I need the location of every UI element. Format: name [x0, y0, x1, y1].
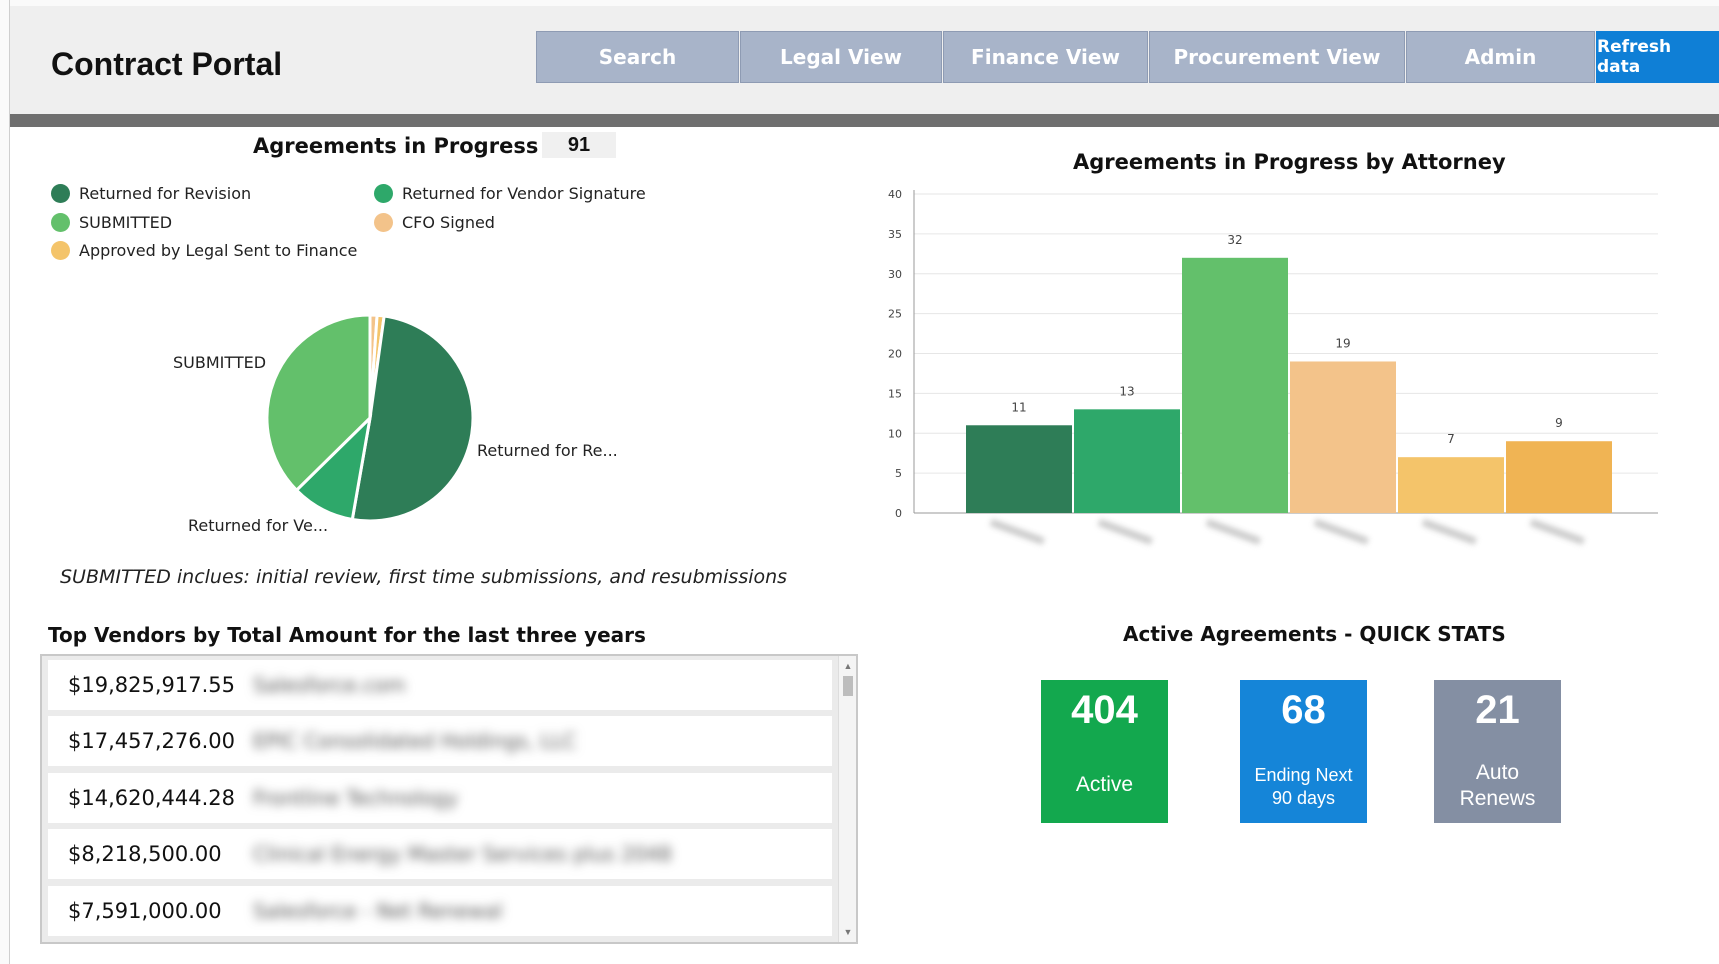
- attorney-chart-title: Agreements in Progress by Attorney: [1073, 150, 1506, 174]
- y-tick-label: 10: [888, 427, 902, 440]
- agreements-pie-chart: [265, 313, 475, 523]
- nav-legal-view-button[interactable]: Legal View: [740, 31, 942, 83]
- pie-label-submitted: SUBMITTED: [173, 353, 267, 372]
- bar[interactable]: [1182, 257, 1288, 513]
- attorney-bar-chart: 0 5 10 15 20 25 30 35 40 11 13 32 19 7 9: [888, 188, 1658, 545]
- x-tick-label-redacted: [1097, 518, 1153, 545]
- x-tick-label-redacted: [1529, 518, 1585, 545]
- vendor-name: Frontline Technology: [253, 786, 459, 810]
- y-tick-label: 25: [888, 308, 902, 321]
- app: Contract Portal Search Legal View Financ…: [0, 0, 1719, 964]
- stat-label-line2: Renews: [1459, 787, 1536, 810]
- submitted-note: SUBMITTED inclues: initial review, first…: [60, 566, 788, 588]
- vendor-row[interactable]: $14,620,444.28 Frontline Technology: [48, 773, 832, 823]
- legend-item-returned-vendor-signature[interactable]: Returned for Vendor Signature: [374, 184, 646, 203]
- legend-dot: [374, 213, 393, 232]
- legend-label: CFO Signed: [402, 213, 495, 232]
- vendor-row[interactable]: $17,457,276.00 EPIC Consolidated Holding…: [48, 716, 832, 766]
- x-tick-label-redacted: [1313, 518, 1369, 545]
- bar-data-label: 7: [1447, 432, 1455, 446]
- agreements-count-badge: 91: [542, 132, 616, 158]
- vendor-amount: $14,620,444.28: [68, 786, 235, 810]
- vendor-name: Clinical Energy Master Services plus 204…: [253, 842, 672, 866]
- app-title: Contract Portal: [51, 46, 283, 82]
- y-tick-label: 35: [888, 228, 902, 241]
- nav-procurement-view-button[interactable]: Procurement View: [1149, 31, 1405, 83]
- vendor-name: Salesforce.com: [253, 673, 406, 697]
- legend-label: SUBMITTED: [79, 213, 173, 232]
- top-vendors-list[interactable]: $19,825,917.55 Salesforce.com $17,457,27…: [40, 654, 858, 944]
- legend-item-returned-revision[interactable]: Returned for Revision: [51, 184, 251, 203]
- bar-data-label: 32: [1227, 233, 1242, 247]
- stat-label-line2: 90 days: [1271, 788, 1336, 808]
- auto-renews-card[interactable]: 21 Auto Renews: [1434, 680, 1561, 823]
- bar[interactable]: [1398, 457, 1504, 513]
- vendor-list-scrollbar[interactable]: ▲ ▼: [838, 656, 856, 942]
- bar-data-label: 11: [1011, 400, 1026, 414]
- y-tick-label: 15: [888, 387, 902, 400]
- pie-label-returned-revision: Returned for Re...: [477, 441, 618, 460]
- stat-label-line1: Ending Next: [1254, 765, 1353, 785]
- vendor-name: Salesforce - Net Renewal: [253, 899, 503, 923]
- vendor-amount: $7,591,000.00: [68, 899, 222, 923]
- y-tick-label: 40: [888, 188, 902, 201]
- y-tick-label: 0: [895, 507, 902, 520]
- vendor-row[interactable]: $7,591,000.00 Salesforce - Net Renewal: [48, 886, 832, 936]
- nav-admin-button[interactable]: Admin: [1406, 31, 1595, 83]
- x-tick-label-redacted: [989, 518, 1045, 545]
- header-divider: [10, 114, 1719, 127]
- legend-item-submitted[interactable]: SUBMITTED: [51, 213, 172, 232]
- scroll-thumb[interactable]: [843, 676, 853, 696]
- stat-label: Active: [1075, 773, 1134, 796]
- legend-dot: [374, 184, 393, 203]
- refresh-data-button[interactable]: Refresh data: [1596, 31, 1719, 83]
- legend-item-cfo-signed[interactable]: CFO Signed: [374, 213, 495, 232]
- scroll-down-icon[interactable]: ▼: [839, 924, 857, 940]
- legend-label: Returned for Revision: [79, 184, 252, 203]
- bar[interactable]: [1506, 441, 1612, 513]
- vendor-amount: $19,825,917.55: [68, 673, 235, 697]
- y-tick-label: 30: [888, 268, 902, 281]
- stat-value: 21: [1475, 688, 1520, 732]
- vendor-amount: $8,218,500.00: [68, 842, 222, 866]
- legend-item-approved-legal[interactable]: Approved by Legal Sent to Finance: [51, 241, 357, 260]
- quick-stats-title: Active Agreements - QUICK STATS: [1123, 622, 1506, 646]
- nav-finance-view-button[interactable]: Finance View: [943, 31, 1148, 83]
- nav-search-button[interactable]: Search: [536, 31, 739, 83]
- vendor-name: EPIC Consolidated Holdings, LLC: [253, 729, 577, 753]
- bar-data-label: 19: [1335, 336, 1350, 350]
- x-tick-label-redacted: [1205, 518, 1261, 545]
- stat-value: 404: [1071, 688, 1138, 732]
- vendor-amount: $17,457,276.00: [68, 729, 235, 753]
- stat-value: 68: [1281, 688, 1326, 732]
- bar-data-label: 9: [1555, 416, 1563, 430]
- bar[interactable]: [966, 425, 1072, 513]
- bar[interactable]: [1290, 361, 1396, 513]
- y-tick-label: 20: [888, 348, 902, 361]
- legend-label: Approved by Legal Sent to Finance: [79, 241, 358, 260]
- top-vendors-title: Top Vendors by Total Amount for the last…: [48, 623, 646, 647]
- scroll-up-icon[interactable]: ▲: [839, 658, 857, 674]
- legend-dot: [51, 184, 70, 203]
- pie-label-returned-vendor: Returned for Ve...: [188, 516, 329, 535]
- bar[interactable]: [1074, 409, 1180, 513]
- vendor-row[interactable]: $8,218,500.00 Clinical Energy Master Ser…: [48, 829, 832, 879]
- ending-soon-card[interactable]: 68 Ending Next 90 days: [1240, 680, 1367, 823]
- vendor-row[interactable]: $19,825,917.55 Salesforce.com: [48, 660, 832, 710]
- stat-label-line1: Auto: [1475, 761, 1520, 784]
- x-tick-label-redacted: [1421, 518, 1477, 545]
- left-border: [0, 0, 10, 964]
- active-agreements-card[interactable]: 404 Active: [1041, 680, 1168, 823]
- legend-dot: [51, 241, 70, 260]
- agreements-in-progress-title: Agreements in Progress: [253, 134, 539, 158]
- y-tick-label: 5: [895, 467, 902, 480]
- bar-data-label: 13: [1119, 384, 1134, 398]
- legend-label: Returned for Vendor Signature: [402, 184, 646, 203]
- legend-dot: [51, 213, 70, 232]
